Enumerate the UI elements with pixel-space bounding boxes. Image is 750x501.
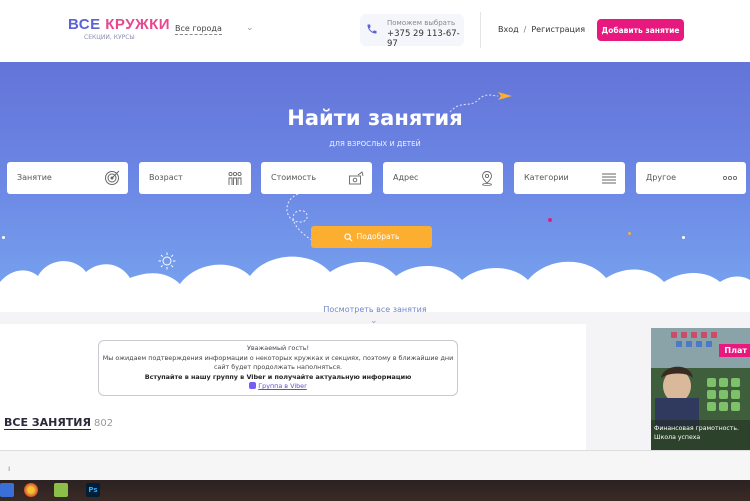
other-filter[interactable]: Другое [636, 162, 746, 194]
taskbar-app-icon[interactable] [0, 483, 14, 497]
activity-filter-label: Занятие [17, 173, 52, 182]
decor-dot [628, 232, 631, 235]
auth-links: Вход / Регистрация [498, 25, 585, 34]
login-link[interactable]: Вход [498, 25, 519, 34]
auth-separator: / [523, 25, 527, 34]
notice-box: Уважаемый гость! Мы ожидаем подтверждени… [98, 340, 458, 396]
taskbar-photoshop-icon[interactable]: Ps [86, 483, 100, 497]
add-activity-button[interactable]: Добавить занятие [597, 19, 684, 41]
price-filter[interactable]: Стоимость [261, 162, 372, 194]
phone-icon [367, 24, 377, 34]
see-all-link[interactable]: Посмотреть все занятия [0, 305, 750, 314]
age-filter[interactable]: Возраст [139, 162, 251, 194]
more-icon [722, 175, 738, 181]
hero-subtitle: ДЛЯ ВЗРОСЛЫХ И ДЕТЕЙ [329, 140, 421, 148]
notice-cta: Вступайте в нашу группу в Viber и получа… [144, 372, 412, 381]
logo-title: ВСЕ КРУЖКИ [68, 16, 170, 33]
search-icon [343, 233, 353, 242]
decor-dot [2, 236, 5, 239]
all-activities-count: 802 [94, 418, 114, 429]
address-filter[interactable]: Адрес [383, 162, 503, 194]
categories-filter-label: Категории [524, 173, 569, 182]
logo-subtitle: СЕКЦИИ, КУРСЫ [84, 34, 135, 41]
target-icon [105, 170, 120, 185]
address-filter-label: Адрес [393, 173, 419, 182]
decor-dot [682, 236, 685, 239]
site-header: ВСЕ КРУЖКИ СЕКЦИИ, КУРСЫ Все города ⌄ По… [0, 0, 750, 62]
header-divider [480, 12, 481, 48]
taskbar-browser-icon[interactable] [24, 483, 38, 497]
all-activities-title[interactable]: ВСЕ ЗАНЯТИЯ [4, 416, 91, 430]
hero-search: Найти занятия ДЛЯ ВЗРОСЛЫХ И ДЕТЕЙ Занят… [0, 62, 750, 312]
people-icon [228, 171, 242, 185]
other-filter-label: Другое [646, 173, 677, 182]
ad-banner[interactable]: Плат Финансовая грамотность. Школа успех… [651, 328, 750, 450]
notice-text-1: Мы ожидаем подтверждения информации о не… [102, 353, 454, 362]
ad-badge: Плат [719, 344, 750, 357]
notice-text-2: сайт будет продолжать наполняться. [213, 363, 343, 371]
scroll-marker-icon: ı [8, 464, 11, 473]
viber-group-link-row: Группа в Viber [99, 382, 457, 392]
location-icon [482, 171, 492, 186]
city-selector[interactable]: Все города [175, 24, 222, 35]
money-icon [349, 171, 364, 185]
ad-caption-line-1: Финансовая грамотность. [654, 425, 740, 432]
price-filter-label: Стоимость [271, 173, 317, 182]
help-label: Поможем выбрать [387, 19, 456, 27]
categories-filter[interactable]: Категории [514, 162, 625, 194]
hero-title: Найти занятия [287, 106, 463, 130]
clouds-decoration [0, 256, 750, 312]
logo-part-1: ВСЕ [68, 16, 106, 33]
ad-caption-line-2: Школа успеха [654, 434, 701, 441]
list-icon [602, 173, 616, 184]
viber-icon [249, 382, 257, 389]
chevron-down-icon[interactable]: ⌄ [246, 23, 254, 33]
decor-dot [548, 218, 552, 222]
site-logo[interactable]: ВСЕ КРУЖКИ СЕКЦИИ, КУРСЫ [68, 16, 170, 41]
activity-filter[interactable]: Занятие [7, 162, 128, 194]
ad-caption: Финансовая грамотность. Школа успеха [654, 424, 739, 442]
find-button-label: Подобрать [356, 232, 400, 242]
age-filter-label: Возраст [149, 173, 183, 182]
help-contact[interactable]: Поможем выбрать +375 29 113-67-97 [360, 14, 464, 49]
viber-group-link[interactable]: Группа в Viber [258, 382, 306, 390]
os-taskbar: Ps [0, 480, 750, 501]
bottom-strip: ı [0, 450, 750, 480]
notice-greeting: Уважаемый гость! [246, 344, 310, 352]
taskbar-image-icon[interactable] [54, 483, 68, 497]
logo-part-2: КРУЖКИ [105, 16, 171, 33]
help-phone[interactable]: +375 29 113-67-97 [387, 29, 464, 49]
register-link[interactable]: Регистрация [531, 25, 585, 34]
